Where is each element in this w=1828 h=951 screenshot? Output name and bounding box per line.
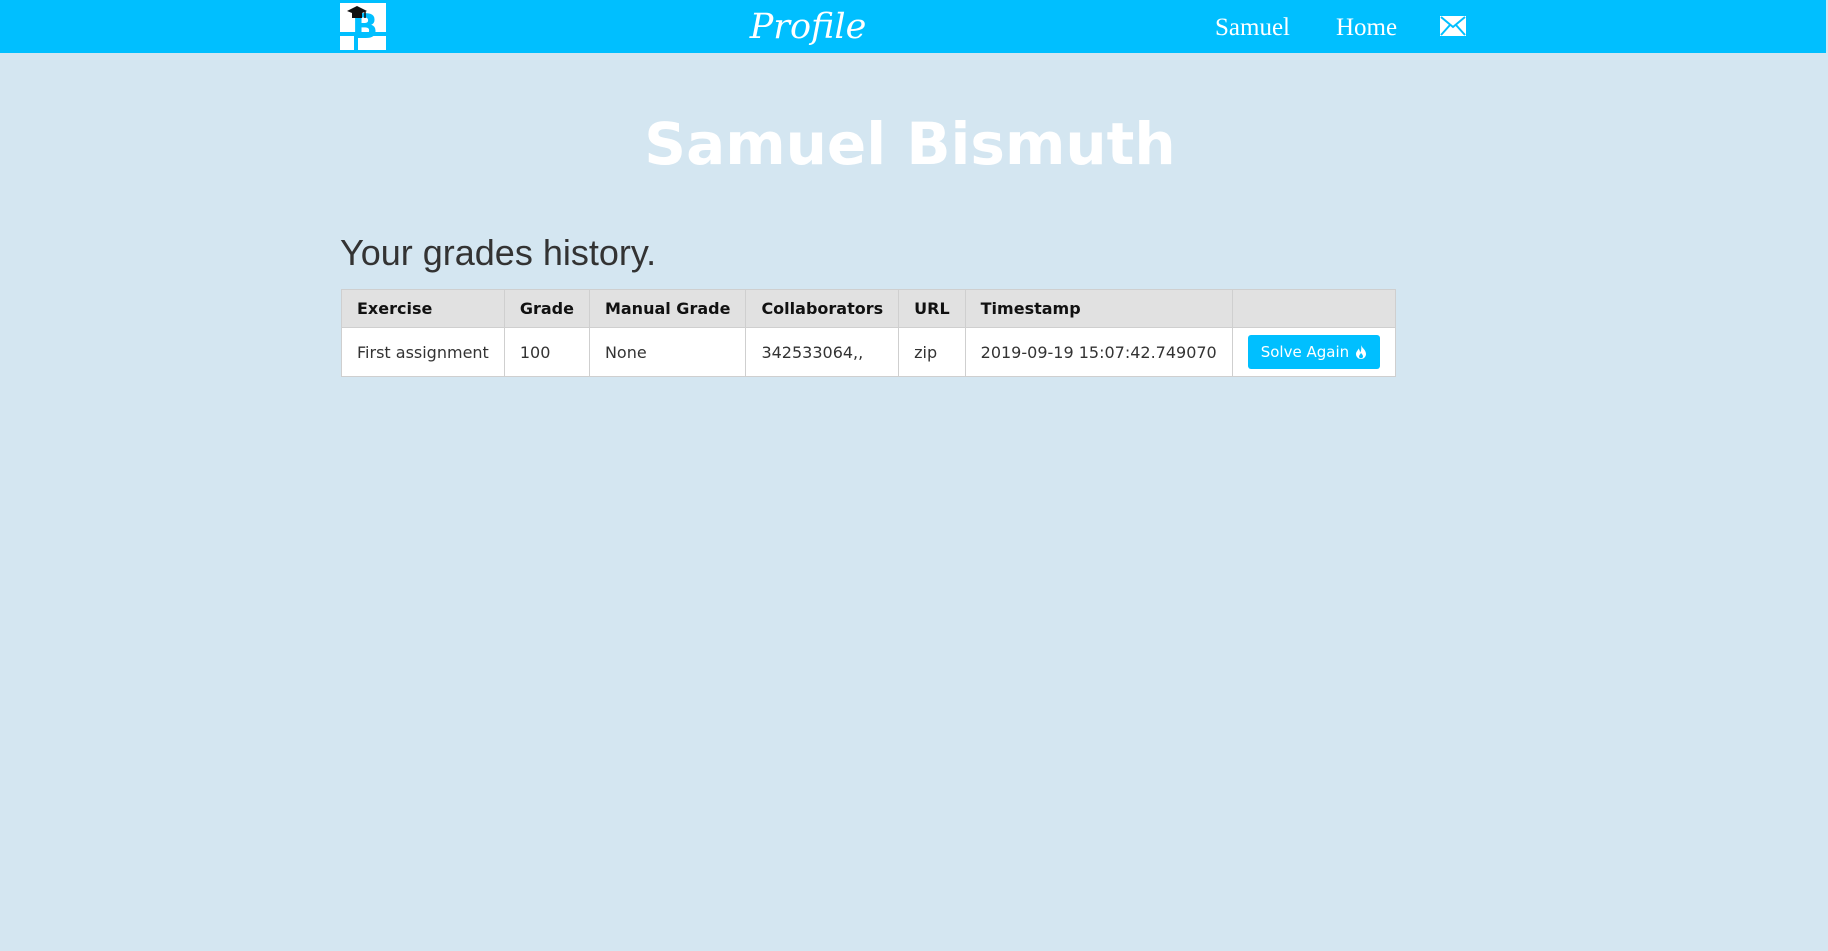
top-navbar: B Profile Samuel Home — [0, 0, 1826, 53]
table-row: First assignment 100 None 342533064,, zi… — [341, 327, 1397, 377]
table-header-row: Exercise Grade Manual Grade Collaborator… — [341, 289, 1397, 328]
solve-again-label: Solve Again — [1260, 343, 1350, 361]
cell-manual-grade: None — [588, 327, 747, 377]
nav-home-link[interactable]: Home — [1336, 12, 1397, 44]
column-header-grade: Grade — [503, 289, 590, 328]
cell-collaborators: 342533064,, — [745, 327, 900, 377]
cell-timestamp: 2019-09-19 15:07:42.749070 — [964, 327, 1233, 377]
column-header-collaborators: Collaborators — [745, 289, 900, 328]
cell-action: Solve Again — [1231, 327, 1397, 377]
column-header-url: URL — [898, 289, 966, 328]
column-header-exercise: Exercise — [341, 289, 505, 328]
column-header-action — [1231, 289, 1397, 328]
column-header-manual-grade: Manual Grade — [588, 289, 747, 328]
grades-table: Exercise Grade Manual Grade Collaborator… — [341, 289, 1397, 377]
envelope-icon[interactable] — [1440, 16, 1466, 36]
nav-user-link[interactable]: Samuel — [1215, 12, 1290, 44]
cell-url[interactable]: zip — [898, 327, 966, 377]
solve-again-button[interactable]: Solve Again — [1247, 335, 1381, 369]
profile-name: Samuel Bismuth — [644, 110, 1176, 178]
cell-exercise: First assignment — [341, 327, 505, 377]
flame-icon — [1356, 345, 1367, 359]
grades-heading: Your grades history. — [340, 232, 657, 273]
column-header-timestamp: Timestamp — [964, 289, 1233, 328]
cell-grade: 100 — [503, 327, 590, 377]
